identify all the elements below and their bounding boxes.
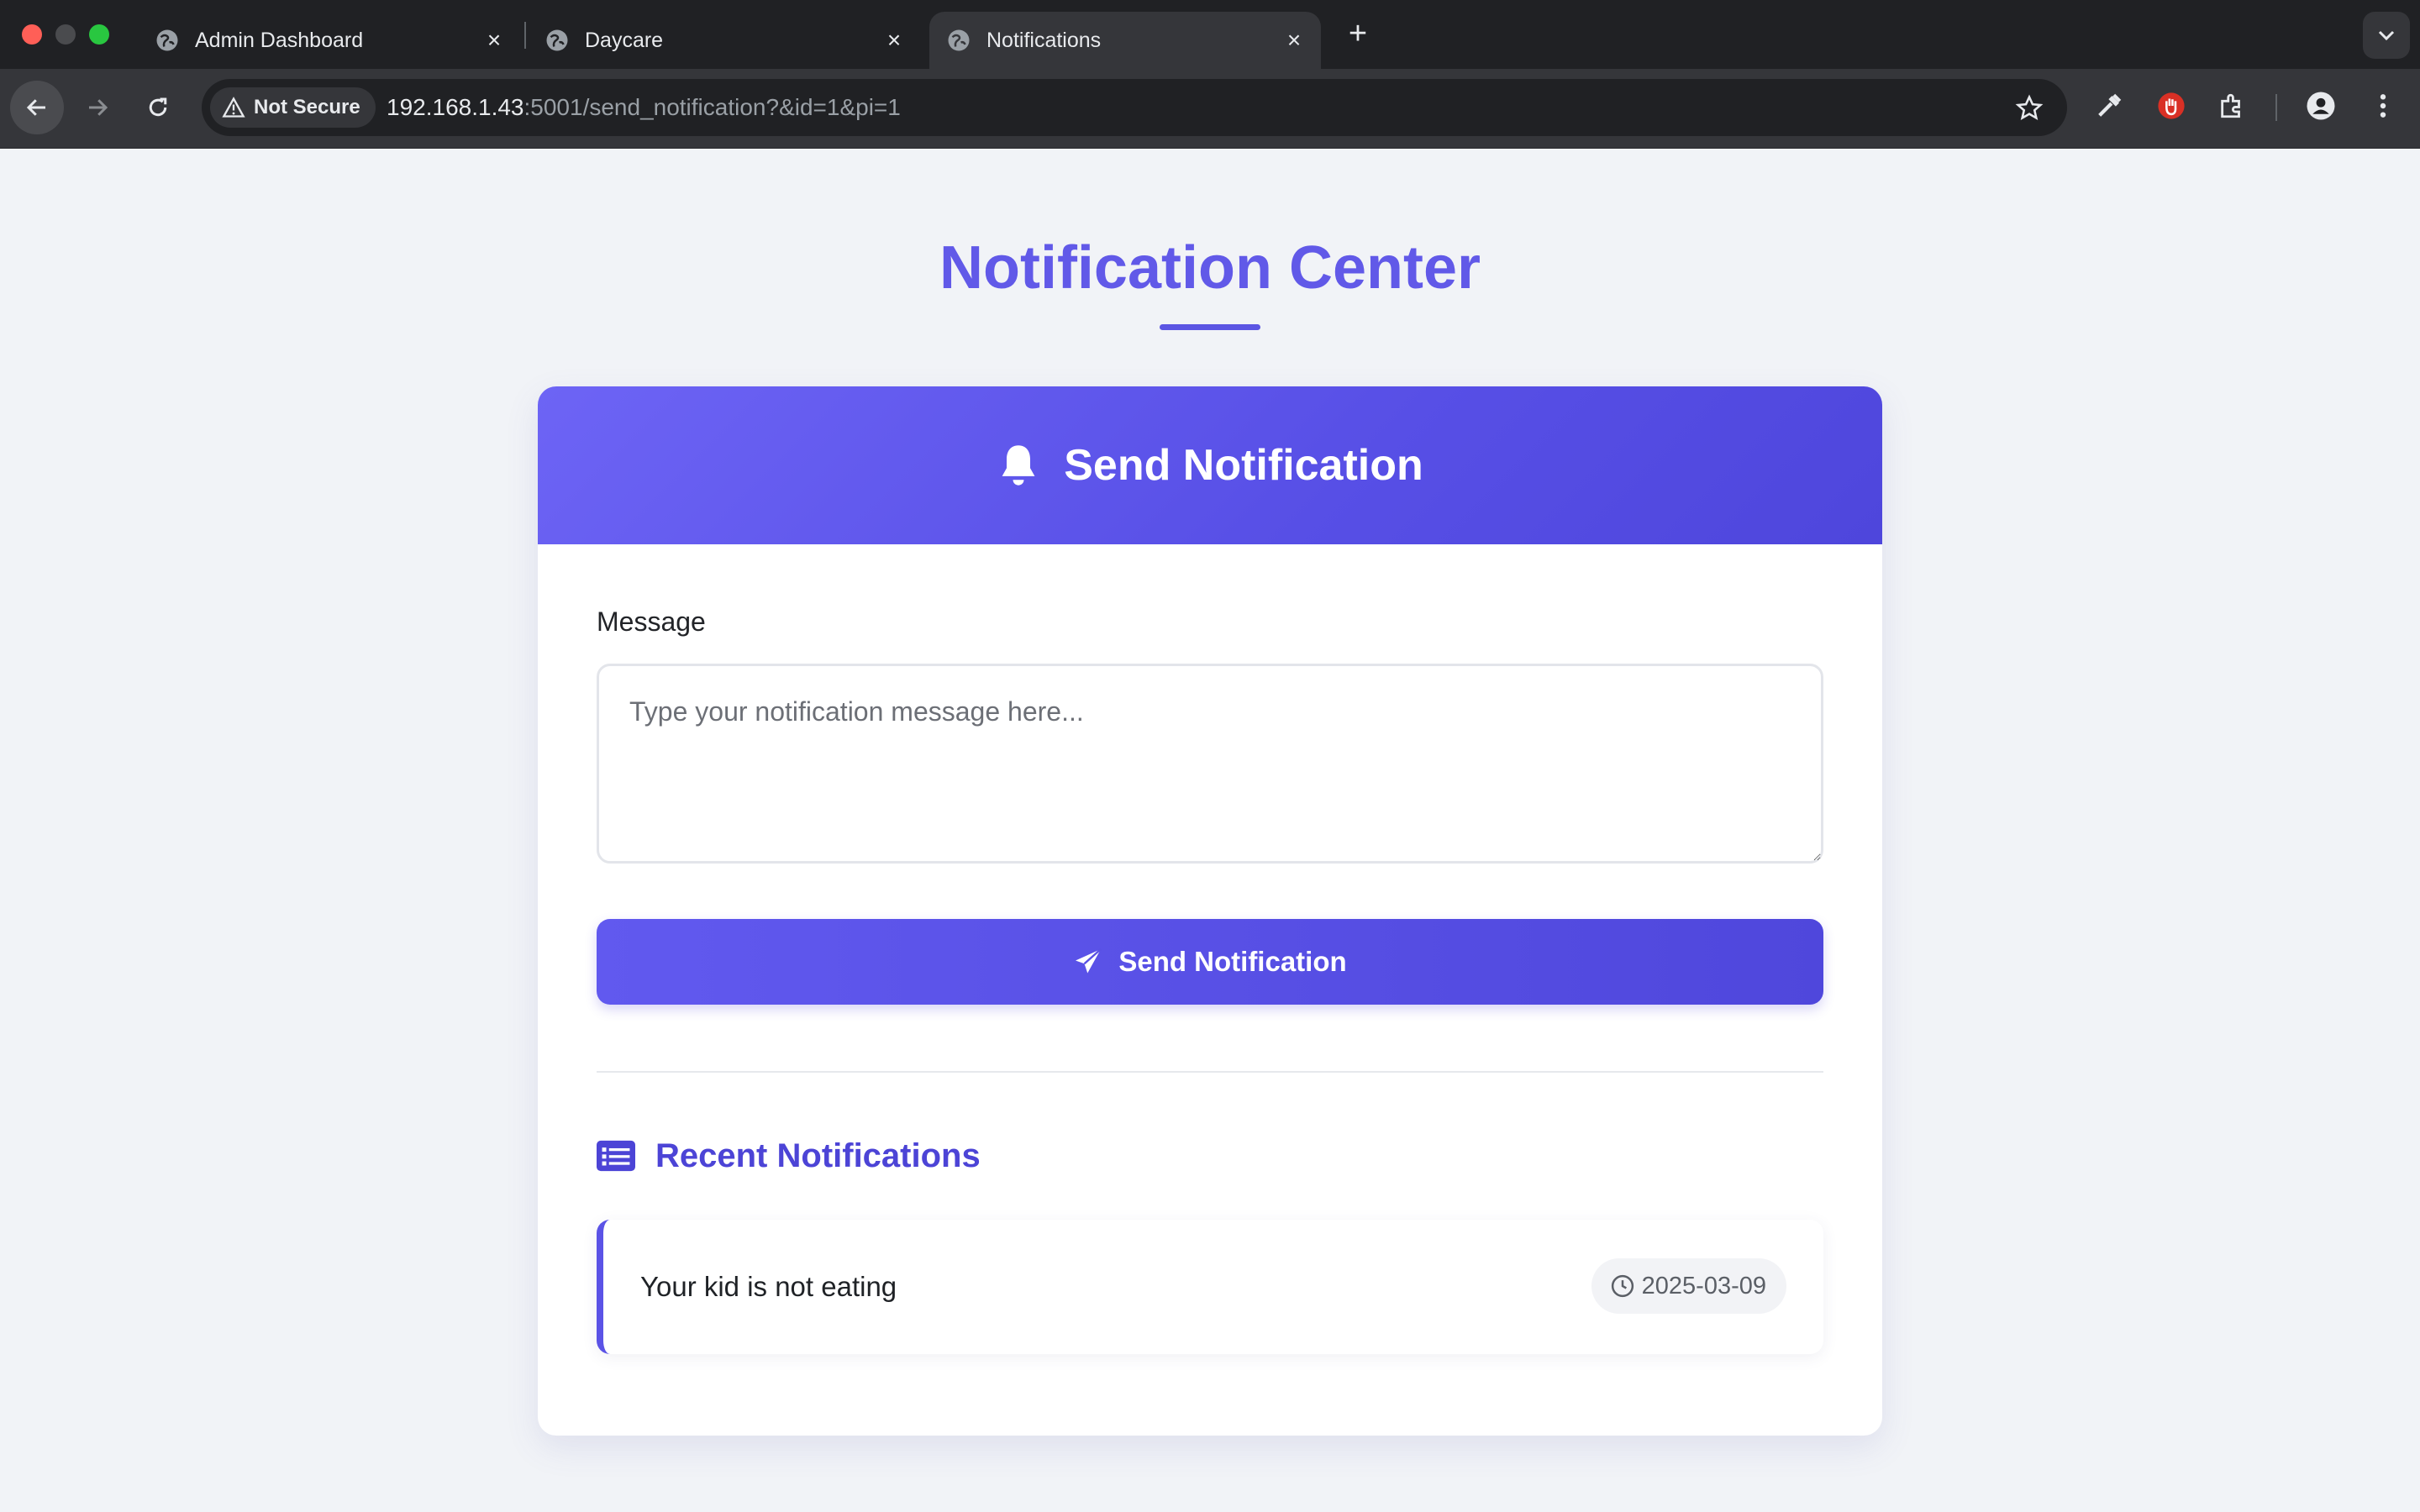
close-tab-icon[interactable]: × [482, 29, 506, 52]
url-text[interactable]: 192.168.1.43:5001/send_notification?&id=… [387, 79, 901, 136]
security-label: Not Secure [254, 96, 360, 118]
notification-card: Send Notification Message Send Notificat… [538, 386, 1882, 1436]
minimize-window-button[interactable] [55, 24, 76, 45]
card-header: Send Notification [538, 386, 1882, 544]
section-divider [597, 1071, 1823, 1073]
card-title: Send Notification [1064, 441, 1423, 490]
notification-date: 2025-03-09 [1641, 1272, 1766, 1299]
send-notification-button[interactable]: Send Notification [597, 919, 1823, 1005]
send-button-label: Send Notification [1118, 946, 1347, 977]
message-label: Message [597, 606, 706, 637]
notification-date-badge: 2025-03-09 [1591, 1258, 1786, 1314]
reload-icon [149, 97, 167, 117]
browser-toolbar: Not Secure 192.168.1.43:5001/send_notifi… [0, 69, 2420, 149]
notification-text: Your kid is not eating [640, 1271, 897, 1302]
recent-notifications-heading: Recent Notifications [597, 1131, 981, 1181]
block-extension-icon[interactable] [2154, 89, 2188, 123]
arrow-right-icon [89, 99, 108, 116]
clock-icon [1611, 1274, 1634, 1298]
bookmark-star-icon[interactable] [2015, 94, 2044, 123]
new-tab-button[interactable]: + [1341, 17, 1375, 50]
reload-button[interactable] [131, 81, 185, 134]
recent-notifications-title: Recent Notifications [655, 1137, 981, 1174]
url-path: :5001/send_notification?&id=1&pi=1 [523, 94, 901, 120]
tab-search-button[interactable] [2363, 12, 2410, 59]
puzzle-extensions-icon[interactable] [2215, 89, 2249, 123]
globe-icon [546, 29, 568, 51]
title-underline [1160, 324, 1260, 330]
tab-notifications[interactable]: Notifications × [929, 12, 1321, 69]
profile-avatar-icon[interactable] [2304, 89, 2338, 123]
close-tab-icon[interactable]: × [1282, 29, 1306, 52]
maximize-window-button[interactable] [89, 24, 109, 45]
list-icon [597, 1140, 635, 1172]
message-input[interactable] [597, 664, 1823, 864]
bell-icon [1002, 445, 1035, 486]
notification-item: Your kid is not eating 2025-03-09 [597, 1220, 1823, 1354]
eyedropper-extension-icon[interactable] [2092, 89, 2126, 123]
back-button[interactable] [10, 81, 64, 134]
tab-title: Notifications [986, 28, 1102, 52]
chevron-down-icon [2378, 30, 2395, 41]
close-window-button[interactable] [22, 24, 42, 45]
warning-triangle-icon [222, 97, 245, 118]
tab-daycare[interactable]: Daycare × [526, 12, 921, 69]
paper-plane-icon [1076, 948, 1102, 974]
tab-title: Daycare [585, 28, 664, 52]
toolbar-divider [2275, 94, 2277, 121]
arrow-left-icon [26, 99, 45, 116]
tab-admin-dashboard[interactable]: Admin Dashboard × [126, 12, 521, 69]
url-host: 192.168.1.43 [387, 94, 524, 120]
close-tab-icon[interactable]: × [882, 29, 906, 52]
page-title: Notification Center [939, 234, 1481, 302]
globe-icon [948, 29, 970, 51]
security-indicator[interactable]: Not Secure [210, 87, 376, 128]
globe-icon [156, 29, 178, 51]
address-bar[interactable]: Not Secure 192.168.1.43:5001/send_notifi… [202, 79, 2067, 136]
tab-title: Admin Dashboard [195, 28, 364, 52]
browser-tab-strip: Admin Dashboard × Daycare × Notification… [0, 0, 2420, 69]
more-menu-icon[interactable] [2366, 89, 2400, 123]
forward-button[interactable] [71, 81, 124, 134]
